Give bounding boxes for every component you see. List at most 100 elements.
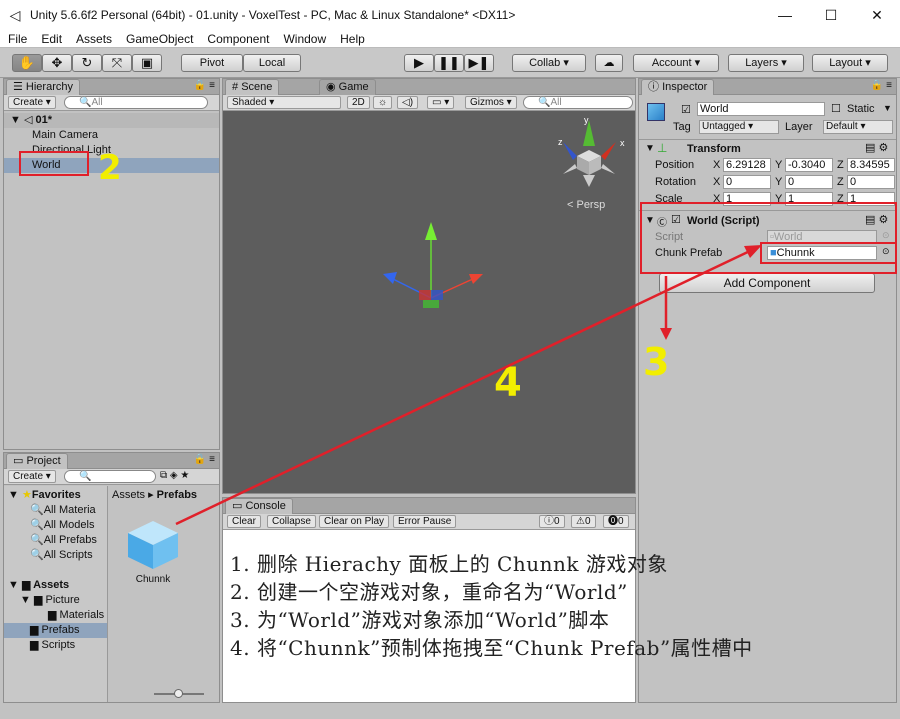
folder-prefabs[interactable]: ▆ Prefabs: [4, 623, 107, 638]
shading-mode-select[interactable]: Shaded ▾: [227, 96, 341, 109]
position-z-field[interactable]: 8.34595: [847, 158, 895, 172]
error-count-toggle[interactable]: ⓿0: [603, 515, 629, 528]
gizmos-button[interactable]: Gizmos ▾: [465, 96, 517, 109]
rect-tool-icon[interactable]: ▣: [132, 54, 162, 72]
hierarchy-item-main-camera[interactable]: Main Camera: [4, 128, 98, 143]
hierarchy-create-button[interactable]: Create ▾: [8, 96, 56, 109]
info-count-toggle[interactable]: ⓘ0: [539, 515, 565, 528]
collab-button[interactable]: Collab ▾: [512, 54, 586, 72]
window-title: Unity 5.6.6f2 Personal (64bit) - 01.unit…: [30, 8, 516, 22]
lighting-icon[interactable]: ☼: [373, 96, 393, 109]
tab-scene[interactable]: # Scene: [225, 79, 280, 95]
warning-count-toggle[interactable]: ⚠0: [571, 515, 596, 528]
cloud-icon[interactable]: ☁: [595, 54, 623, 72]
tab-console[interactable]: ▭ Console: [225, 498, 293, 514]
zoom-slider[interactable]: [154, 689, 204, 698]
zoom-slider-thumb[interactable]: [174, 689, 183, 698]
layer-select[interactable]: Default ▾: [823, 120, 893, 134]
step-button[interactable]: ▶❚: [464, 54, 494, 72]
transform-foldout-icon[interactable]: ▼: [645, 143, 655, 154]
layers-button[interactable]: Layers ▾: [728, 54, 804, 72]
menu-edit[interactable]: Edit: [41, 32, 62, 46]
console-error-pause-button[interactable]: Error Pause: [393, 515, 457, 528]
menu-assets[interactable]: Assets: [76, 32, 112, 46]
console-clear-on-play-button[interactable]: Clear on Play: [319, 515, 390, 528]
position-x-field[interactable]: 6.29128: [723, 158, 771, 172]
breadcrumb-assets[interactable]: Assets: [112, 489, 145, 501]
pause-button[interactable]: ❚❚: [434, 54, 464, 72]
annotation-mark-3: 3: [643, 340, 670, 384]
audio-icon[interactable]: ◁): [397, 96, 419, 109]
scene-viewport[interactable]: y x z < Persp: [223, 112, 635, 493]
menu-help[interactable]: Help: [340, 32, 365, 46]
menu-bar: File Edit Assets GameObject Component Wi…: [0, 30, 900, 48]
layout-button[interactable]: Layout ▾: [812, 54, 888, 72]
project-search-input[interactable]: 🔍: [64, 470, 156, 483]
maximize-button[interactable]: ☐: [808, 0, 854, 30]
object-name-field[interactable]: World: [697, 102, 825, 116]
asset-label: Chunnk: [135, 574, 171, 585]
fav-all-models[interactable]: 🔍All Models: [4, 518, 94, 533]
rotation-x-field[interactable]: 0: [723, 175, 771, 189]
hierarchy-search-placeholder: All: [91, 97, 103, 108]
menu-file[interactable]: File: [8, 32, 27, 46]
active-checkbox[interactable]: ☑: [681, 103, 691, 116]
rotation-y-field[interactable]: 0: [785, 175, 833, 189]
fav-label: All Prefabs: [43, 534, 97, 546]
fav-all-materials[interactable]: 🔍All Materia: [4, 503, 96, 518]
menu-window[interactable]: Window: [283, 32, 326, 46]
assets-row[interactable]: ▼ ▆ Assets: [4, 578, 69, 593]
tab-hierarchy[interactable]: ☰ Hierarchy: [6, 79, 80, 95]
tag-select[interactable]: Untagged ▾: [699, 120, 779, 134]
fav-all-prefabs[interactable]: 🔍All Prefabs: [4, 533, 97, 548]
filter-icons[interactable]: ⧉ ◈ ★: [160, 470, 189, 481]
static-label: Static: [847, 103, 875, 115]
fav-all-scripts[interactable]: 🔍All Scripts: [4, 548, 93, 563]
rotation-z-field[interactable]: 0: [847, 175, 895, 189]
scene-root-row[interactable]: ▼ ◁ 01*: [4, 113, 219, 128]
hand-tool-icon[interactable]: ✋: [12, 54, 42, 72]
panel-menu-icon[interactable]: 🔒 ≡: [194, 80, 215, 91]
layer-label: Layer: [785, 121, 813, 133]
tab-game[interactable]: ◉ Game: [319, 79, 376, 95]
console-collapse-button[interactable]: Collapse: [267, 515, 316, 528]
transform-handle-icon[interactable]: [383, 222, 483, 308]
static-dropdown-icon[interactable]: ▼: [883, 103, 892, 113]
rotate-tool-icon[interactable]: ↻: [72, 54, 102, 72]
console-clear-button[interactable]: Clear: [227, 515, 261, 528]
scale-tool-icon[interactable]: ⤧: [102, 54, 132, 72]
tab-inspector[interactable]: ⓘ Inspector: [641, 79, 715, 95]
play-button[interactable]: ▶: [404, 54, 434, 72]
breadcrumb-prefabs[interactable]: Prefabs: [157, 489, 197, 501]
tab-project[interactable]: ▭ Project: [6, 453, 68, 469]
pivot-button[interactable]: Pivot: [181, 54, 243, 72]
project-create-button[interactable]: Create ▾: [8, 470, 56, 483]
folder-scripts[interactable]: ▆ Scripts: [4, 638, 75, 653]
chunnk-prefab-asset[interactable]: Chunnk: [124, 519, 182, 585]
menu-gameobject[interactable]: GameObject: [126, 32, 193, 46]
move-tool-icon[interactable]: ✥: [42, 54, 72, 72]
favorites-row[interactable]: ▼ ★Favorites: [4, 488, 81, 503]
close-button[interactable]: ✕: [854, 0, 900, 30]
minimize-button[interactable]: —: [762, 0, 808, 30]
inspector-menu-icon[interactable]: 🔒 ≡: [871, 80, 892, 91]
pivot-label: Pivot: [199, 57, 225, 69]
effects-icon[interactable]: ▭ ▾: [427, 96, 455, 109]
folder-label: Scripts: [41, 639, 76, 651]
orientation-gizmo-icon[interactable]: y x z: [558, 115, 625, 187]
menu-component[interactable]: Component: [207, 32, 269, 46]
rot-y-label: Y: [775, 176, 783, 188]
folder-picture[interactable]: ▼ ▆ Picture: [4, 593, 80, 608]
folder-materials[interactable]: ▆ Materials: [4, 608, 104, 623]
project-menu-icon[interactable]: 🔒 ≡: [194, 454, 215, 465]
hierarchy-search-input[interactable]: 🔍All: [64, 96, 208, 109]
account-button[interactable]: Account ▾: [633, 54, 719, 72]
scene-search-input[interactable]: 🔍All: [523, 96, 633, 109]
world-highlight-box: [19, 151, 89, 176]
position-y-field[interactable]: -0.3040: [785, 158, 833, 172]
component-settings-icon[interactable]: ▤ ⚙: [865, 141, 888, 154]
add-component-button[interactable]: Add Component: [659, 273, 875, 293]
static-checkbox[interactable]: ☐: [831, 102, 841, 115]
local-button[interactable]: Local: [243, 54, 301, 72]
mode-2d-toggle[interactable]: 2D: [347, 96, 370, 109]
